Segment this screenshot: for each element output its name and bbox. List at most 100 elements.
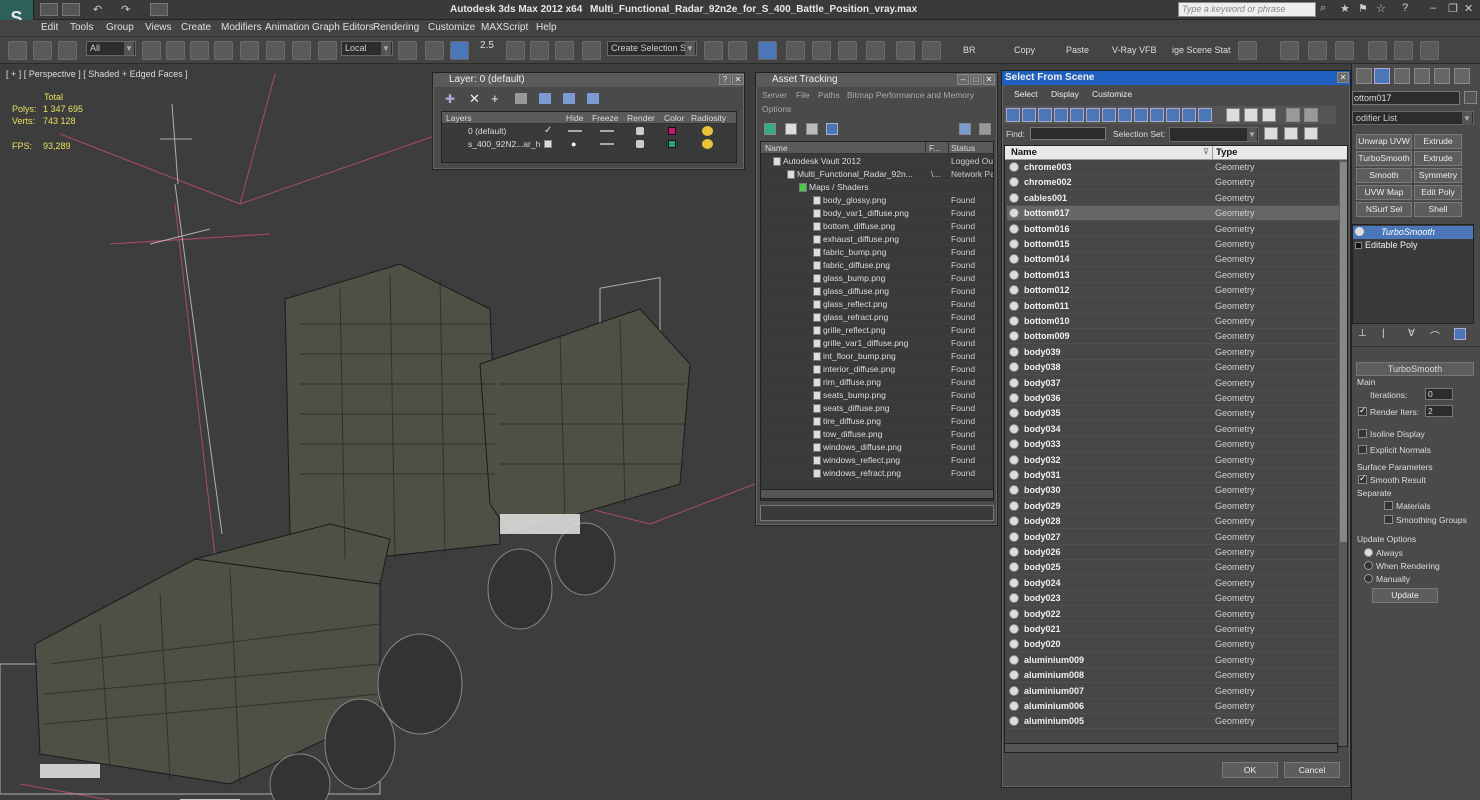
col-radiosity[interactable]: Radiosity [691,113,726,123]
object-row[interactable]: body035 Geometry [1007,406,1340,422]
display-lights-icon[interactable] [1038,108,1052,122]
select-none-icon[interactable] [1244,108,1258,122]
object-row[interactable]: bottom011 Geometry [1007,299,1340,314]
viewport-label[interactable]: [ + ] [ Perspective ] [ Shaded + Edged F… [6,69,188,79]
col-type[interactable]: Type [1216,147,1237,158]
object-row[interactable]: body031 Geometry [1007,468,1340,483]
col-f[interactable]: F... [929,143,940,153]
asset-row[interactable]: Multi_Functional_Radar_92n... \... Network… [761,168,993,181]
stack-expand-icon[interactable] [1355,242,1362,249]
schematic-view-icon[interactable] [838,41,857,60]
asset-row[interactable]: grille_var1_diffuse.png Found [761,337,993,350]
communication-icon[interactable]: ⚑ [1358,2,1368,15]
close-icon[interactable]: ✕ [1464,2,1473,15]
rect-selection-icon[interactable] [190,41,209,60]
object-row[interactable]: body033 Geometry [1007,437,1340,453]
layer-row[interactable]: 0 (default) ✓ [442,125,736,138]
menu-tools[interactable]: Tools [70,22,93,33]
freeze-all-icon[interactable] [587,93,599,104]
object-row[interactable]: body025 Geometry [1007,560,1340,576]
select-invert-icon[interactable] [1262,108,1276,122]
menu-maxscript[interactable]: MAXScript [481,22,528,33]
rotate-icon[interactable] [292,41,311,60]
when-rendering-radio[interactable] [1364,561,1373,570]
unlink-icon[interactable] [33,41,52,60]
asset-row[interactable]: exhaust_diffuse.png Found [761,233,993,246]
create-tab-icon[interactable] [1356,68,1372,84]
br-button[interactable]: BR [963,45,976,55]
asset-row[interactable]: windows_refract.png Found [761,467,993,480]
smooth-button[interactable]: Smooth [1356,168,1412,183]
mirror-icon[interactable] [704,41,723,60]
object-row[interactable]: bottom014 Geometry [1007,252,1340,268]
iterations-spinner[interactable]: 0 [1425,388,1453,400]
quick-open-icon[interactable] [62,3,80,16]
radiosity-icon[interactable] [702,126,713,136]
stack-item-editable-poly[interactable]: Editable Poly [1353,239,1473,252]
sfs-close-icon[interactable]: ✕ [1337,72,1349,83]
asset-row[interactable]: rim_diffuse.png Found [761,376,993,389]
radiosity-icon[interactable] [702,139,713,149]
materials-checkbox[interactable] [1384,501,1393,510]
menu-help[interactable]: Help [536,22,557,33]
delete-layer-icon[interactable]: ✕ [469,91,480,107]
angle-snap-icon[interactable] [506,41,525,60]
tree-view-icon[interactable] [806,123,818,135]
select-layer-icon[interactable] [515,93,527,104]
object-icon[interactable] [1308,41,1327,60]
search-icon[interactable]: ⌕ [1320,2,1326,15]
display-hidden-icon[interactable] [1182,108,1196,122]
object-row[interactable]: aluminium008 Geometry [1007,668,1340,684]
select-link-icon[interactable] [8,41,27,60]
asset-row[interactable]: body_var1_diffuse.png Found [761,207,993,220]
green-tool-b-icon[interactable] [1394,41,1413,60]
object-row[interactable]: bottom013 Geometry [1007,268,1340,283]
add-to-layer-icon[interactable]: + [491,91,499,106]
display-tab-icon[interactable] [1434,68,1450,84]
layer-object-icon[interactable] [544,140,552,148]
object-row[interactable]: bottom015 Geometry [1007,237,1340,252]
object-row[interactable]: bottom017 Geometry [1007,206,1340,222]
asset-row[interactable]: body_glossy.png Found [761,194,993,207]
display-containers-icon[interactable] [1150,108,1164,122]
pin-stack-icon[interactable]: ⊥ [1358,328,1367,339]
object-row[interactable]: chrome002 Geometry [1007,175,1340,191]
align-icon[interactable] [728,41,747,60]
freeze-toggle[interactable] [600,130,614,132]
table-view-icon[interactable] [826,123,838,135]
menu-modifiers[interactable]: Modifiers [221,22,262,33]
object-row[interactable]: body028 Geometry [1007,514,1340,530]
asset-row[interactable]: int_floor_bump.png Found [761,350,993,363]
sfs-hscrollbar[interactable] [1004,743,1338,753]
asset-help-icon[interactable] [959,123,971,135]
asset-menu-file[interactable]: File [796,90,810,100]
uvw-map-button[interactable]: UVW Map [1356,185,1412,200]
asset-menu-options[interactable]: Options [762,104,791,114]
object-row[interactable]: bottom016 Geometry [1007,222,1340,237]
paint-icon[interactable] [1335,41,1354,60]
display-bones-icon[interactable] [1134,108,1148,122]
green-tool-c-icon[interactable] [1420,41,1439,60]
vray-vfb-button[interactable]: V-Ray VFB [1112,45,1157,55]
reference-coord-dropdown[interactable]: Local [341,41,393,56]
object-row[interactable]: bottom010 Geometry [1007,314,1340,329]
minimize-icon[interactable]: – [1430,2,1436,14]
asset-row[interactable]: glass_refract.png Found [761,311,993,324]
object-row[interactable]: body024 Geometry [1007,576,1340,591]
object-row[interactable]: body022 Geometry [1007,607,1340,622]
menu-group[interactable]: Group [106,22,134,33]
asset-menu-paths[interactable]: Paths [818,90,840,100]
object-color-swatch[interactable] [1464,91,1477,104]
always-radio[interactable] [1364,548,1373,557]
asset-row[interactable]: interior_diffuse.png Found [761,363,993,376]
sfs-menu-display[interactable]: Display [1051,89,1079,99]
object-row[interactable]: body039 Geometry [1007,345,1340,360]
make-unique-icon[interactable]: ∀ [1408,328,1415,339]
object-row[interactable]: body038 Geometry [1007,360,1340,376]
asset-row[interactable]: fabric_diffuse.png Found [761,259,993,272]
modifier-list-dropdown[interactable]: odifier List [1352,111,1474,125]
object-row[interactable]: body026 Geometry [1007,545,1340,560]
col-name[interactable]: Name [765,143,788,153]
display-shapes-icon[interactable] [1022,108,1036,122]
object-row[interactable]: body020 Geometry [1007,637,1340,653]
